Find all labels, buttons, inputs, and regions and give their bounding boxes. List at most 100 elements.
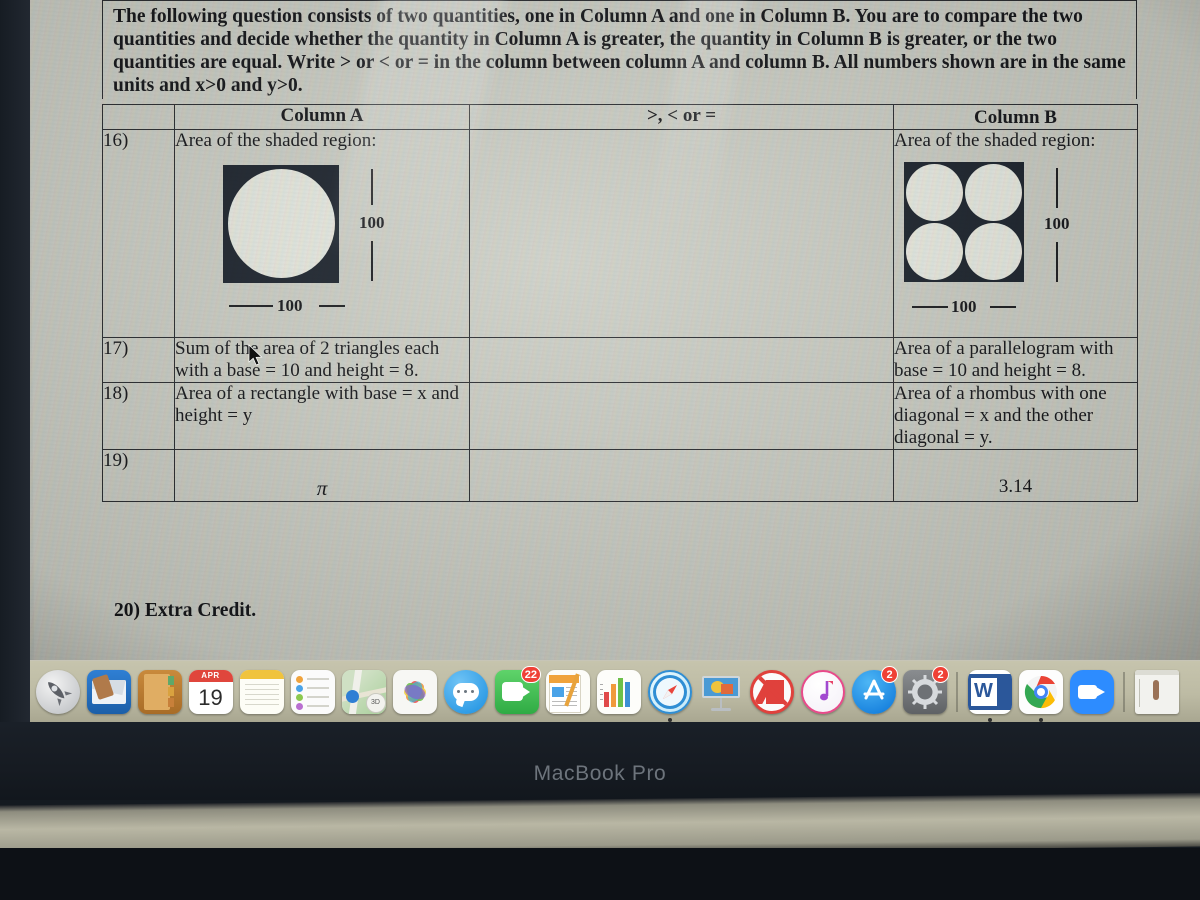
laptop-base — [0, 848, 1200, 900]
dock-item-zoom[interactable] — [1068, 668, 1115, 715]
dimension-line-h-left — [229, 305, 273, 307]
minimized-window-thumbnail — [1134, 669, 1179, 714]
instructions-paragraph: The following question consists of two q… — [102, 0, 1137, 100]
no-entry-icon — [749, 669, 794, 714]
dock-item-notes[interactable] — [238, 668, 285, 715]
mail-icon — [86, 669, 131, 714]
dock-item-calendar[interactable]: APR 19 — [187, 668, 234, 715]
row-number-17: 17) — [102, 337, 175, 383]
dock-item-keynote[interactable] — [697, 668, 744, 715]
calendar-icon: APR 19 — [188, 669, 233, 714]
launchpad-icon — [35, 669, 80, 714]
pages-icon — [545, 669, 590, 714]
row-18-column-a: Area of a rectangle with base = x and he… — [174, 382, 470, 450]
reminders-icon — [290, 669, 335, 714]
laptop-brand-label: MacBook Pro — [533, 762, 667, 785]
screen-bezel-left — [0, 0, 30, 800]
dimension-line-h-right — [319, 305, 345, 307]
dock-item-app-store[interactable]: 2 — [850, 666, 898, 715]
dock-item-google-chrome[interactable] — [1017, 668, 1064, 722]
row-16-column-b: Area of the shaded region: 100 100 — [893, 129, 1138, 338]
dock-item-reminders[interactable] — [289, 668, 336, 715]
dock-item-contacts[interactable] — [136, 668, 183, 715]
dock-item-mail[interactable] — [85, 668, 132, 715]
row-17-column-b: Area of a parallelogram with base = 10 a… — [893, 337, 1138, 383]
facetime-badge: 22 — [520, 666, 541, 683]
dimension-line-h-left-b — [912, 306, 948, 308]
calendar-day-label: 19 — [198, 684, 223, 710]
row-17-column-a: Sum of the area of 2 triangles each with… — [174, 337, 470, 383]
header-number-cell — [102, 104, 175, 130]
figure-b-height-label: 100 — [1044, 214, 1070, 233]
maps-icon: 3D — [341, 669, 386, 714]
unshaded-circle-b-1 — [906, 164, 963, 221]
messages-icon — [443, 669, 488, 714]
header-middle: >, < or = — [469, 104, 894, 130]
row-18-middle-answer[interactable] — [469, 382, 894, 450]
table-row: 16) Area of the shaded region: 100 100 A… — [102, 129, 1138, 338]
dock-item-system-preferences[interactable]: 2 — [901, 666, 949, 715]
dimension-line-v-bottom-b — [1056, 242, 1058, 282]
dock-separator-1 — [956, 671, 958, 712]
dock-item-itunes[interactable] — [799, 668, 846, 715]
contacts-icon — [137, 669, 182, 714]
dock-separator-2 — [1123, 671, 1125, 712]
screen-bezel-bottom — [0, 722, 1200, 800]
unshaded-circle-a — [228, 169, 335, 278]
unshaded-circle-b-3 — [906, 223, 963, 280]
table-row: 18) Area of a rectangle with base = x an… — [102, 382, 1138, 450]
dock-item-launchpad[interactable] — [34, 668, 81, 715]
figure-square-inscribed-circle: 100 100 — [223, 165, 473, 333]
dock-item-messages[interactable] — [442, 668, 489, 715]
app-store-badge: 2 — [881, 666, 898, 683]
shaded-square-a — [223, 165, 339, 283]
figure-square-four-circles: 100 100 — [904, 162, 1144, 337]
extra-credit-line: 20) Extra Credit. — [114, 600, 257, 621]
dock-item-no-entry-app[interactable] — [748, 668, 795, 715]
dock-item-maps[interactable]: 3D — [340, 668, 387, 715]
word-icon: W — [967, 669, 1012, 714]
dimension-line-v-top-b — [1056, 168, 1058, 208]
macos-dock: APR 19 3D 22 2 2 W — [30, 660, 1200, 722]
header-column-a: Column A — [174, 104, 470, 130]
dimension-line-h-right-b — [990, 306, 1016, 308]
notes-icon — [239, 669, 284, 714]
dock-item-safari[interactable] — [646, 668, 693, 722]
dock-item-minimized-window[interactable] — [1133, 668, 1180, 715]
row-19-column-a: π — [174, 449, 470, 502]
row-16-column-b-text: Area of the shaded region: — [894, 130, 1096, 151]
numbers-icon — [596, 669, 641, 714]
shaded-square-b — [904, 162, 1024, 282]
unshaded-circle-b-2 — [965, 164, 1022, 221]
row-number-19: 19) — [102, 449, 175, 502]
dimension-line-v-top — [371, 169, 373, 205]
dock-item-photos[interactable] — [391, 668, 438, 715]
comparison-table: Column A >, < or = Column B 16) Area of … — [102, 104, 1138, 502]
figure-a-side-label: 100 — [277, 296, 303, 315]
figure-b-side-label: 100 — [951, 297, 977, 316]
row-16-column-a: Area of the shaded region: 100 100 — [174, 129, 473, 338]
keynote-icon — [699, 670, 743, 714]
row-number-16: 16) — [102, 129, 175, 338]
dock-item-facetime[interactable]: 22 — [493, 666, 541, 715]
row-number-18: 18) — [102, 382, 175, 450]
dock-item-microsoft-word[interactable]: W — [966, 668, 1013, 722]
dock-item-pages[interactable] — [544, 668, 591, 715]
system-preferences-badge: 2 — [932, 666, 949, 683]
photos-icon — [392, 669, 437, 714]
row-17-middle-answer[interactable] — [469, 337, 894, 383]
chrome-icon — [1018, 669, 1063, 714]
dock-item-numbers[interactable] — [595, 668, 642, 715]
mouse-cursor — [248, 344, 263, 366]
calendar-month-label: APR — [201, 671, 220, 680]
laptop-screen: The following question consists of two q… — [30, 0, 1200, 660]
row-16-column-a-text: Area of the shaded region: — [175, 130, 377, 151]
row-19-middle-answer[interactable] — [469, 449, 894, 502]
dimension-line-v-bottom — [371, 241, 373, 281]
unshaded-circle-b-4 — [965, 223, 1022, 280]
safari-icon — [647, 669, 692, 714]
row-19-column-b: 3.14 — [893, 449, 1138, 502]
figure-a-height-label: 100 — [359, 213, 385, 232]
row-16-middle-answer[interactable] — [469, 129, 894, 338]
laptop-photo: The following question consists of two q… — [0, 0, 1200, 900]
